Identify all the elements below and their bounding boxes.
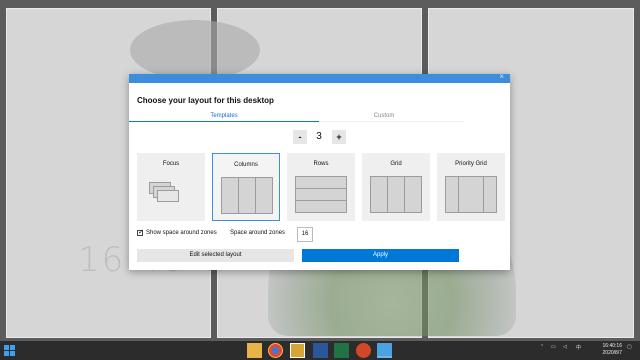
clock-date: 2020/8/7 [602, 350, 622, 356]
layout-card-label: Priority Grid [455, 161, 487, 167]
zone-preview [404, 176, 422, 213]
chrome-icon[interactable] [268, 343, 283, 358]
windows-icon [4, 345, 9, 350]
priority-grid-preview [445, 176, 497, 213]
checkmark-icon: ✓ [138, 229, 144, 236]
dialog-title: Choose your layout for this desktop [137, 96, 274, 105]
zone-preview [221, 177, 239, 214]
increase-zones-button[interactable]: + [332, 130, 346, 144]
show-space-checkbox[interactable]: ✓ [137, 229, 144, 236]
rows-preview [295, 176, 347, 213]
zone-count-value: 3 [316, 131, 322, 142]
chevron-up-icon[interactable]: ⌃ [540, 344, 544, 350]
space-around-label: Space around zones [230, 230, 286, 236]
zone-preview [255, 177, 273, 214]
grid-preview [370, 176, 422, 213]
network-icon[interactable]: ▭ [551, 344, 556, 350]
dialog-titlebar: × [129, 72, 510, 83]
layout-card-priority-grid[interactable]: Priority Grid [437, 153, 505, 221]
zone-preview [445, 176, 459, 213]
layout-card-columns[interactable]: Columns [212, 153, 280, 221]
zone-preview [483, 176, 497, 213]
photos-icon[interactable] [290, 343, 305, 358]
layout-card-focus[interactable]: Focus [137, 153, 205, 221]
zone-preview [295, 200, 347, 213]
tab-indicator [129, 121, 319, 122]
focus-preview [145, 176, 197, 213]
powerpoint-icon[interactable] [356, 343, 371, 358]
tab-divider [319, 121, 464, 122]
system-clock[interactable]: 16:40:16 2020/8/7 [603, 343, 622, 357]
edit-layout-button[interactable]: Edit selected layout [137, 249, 294, 262]
layout-dialog: × Choose your layout for this desktop Te… [129, 72, 510, 270]
decrease-zones-button[interactable]: - [293, 130, 307, 144]
windows-icon [10, 345, 15, 350]
close-icon[interactable]: × [499, 72, 504, 81]
zone-preview [370, 176, 388, 213]
zone-preview [157, 190, 179, 202]
windows-icon [4, 351, 9, 356]
layout-card-grid[interactable]: Grid [362, 153, 430, 221]
file-explorer-icon[interactable] [247, 343, 262, 358]
word-icon[interactable] [313, 343, 328, 358]
fancyzones-icon[interactable] [377, 343, 392, 358]
layout-card-label: Rows [313, 161, 329, 167]
apply-button[interactable]: Apply [302, 249, 459, 262]
start-button[interactable] [4, 345, 15, 356]
layout-card-rows[interactable]: Rows [287, 153, 355, 221]
zone-preview [387, 176, 405, 213]
columns-preview [221, 177, 273, 214]
ime-indicator[interactable]: 中 [576, 344, 581, 351]
volume-icon[interactable]: ◁ [563, 344, 567, 350]
zone-preview [458, 176, 484, 213]
layout-card-label: Focus [162, 161, 180, 167]
notifications-icon[interactable]: ▢ [627, 344, 632, 350]
clock-time: 16:40:16 [602, 343, 622, 349]
wallpaper-shell [130, 20, 260, 80]
layout-card-label: Columns [234, 162, 258, 168]
zone-preview [238, 177, 256, 214]
taskbar: ⌃ ▭ ◁ 中 16:40:16 2020/8/7 ▢ [0, 341, 640, 360]
show-space-label: Show space around zones [146, 230, 217, 236]
layout-card-label: Grid [390, 161, 402, 167]
windows-icon [10, 351, 15, 356]
tab-custom[interactable]: Custom [289, 113, 479, 119]
excel-icon[interactable] [334, 343, 349, 358]
space-around-input[interactable]: 16 [297, 227, 313, 242]
